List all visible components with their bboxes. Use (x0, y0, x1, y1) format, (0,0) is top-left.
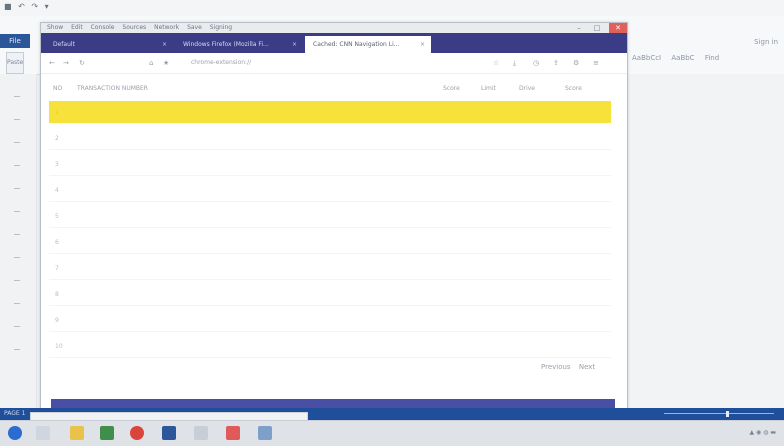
menu-item[interactable]: Sources (122, 24, 146, 31)
row-no: 6 (55, 239, 59, 246)
row-no: 2 (55, 135, 59, 142)
home-icon[interactable]: ⌂ (149, 59, 153, 67)
table-row[interactable]: 3 (49, 153, 611, 176)
taskbar: ▲ ◉ ◍ ▬ (0, 420, 784, 446)
table-row[interactable]: 6 (49, 231, 611, 254)
browser-toolbar: ← → ↻ ⌂ ★ chrome-extension:// ☆ ⤓ ◷ ⇪ ⚙ … (41, 53, 627, 74)
browser-tab-active[interactable]: Cached: CNN Navigation Li... × (305, 36, 431, 53)
pagination: Previous Next (535, 363, 595, 371)
page-count: PAGE 1 (4, 410, 26, 417)
search-icon[interactable] (36, 426, 50, 440)
menu-icon[interactable]: ≡ (593, 59, 599, 67)
row-no: 10 (55, 343, 63, 350)
row-no: 5 (55, 213, 59, 220)
menu-item[interactable]: Network (154, 24, 179, 31)
tab-label: Windows Firefox (Mozilla Fi... (183, 41, 269, 48)
tab-bar: Default × Windows Firefox (Mozilla Fi... ×… (41, 33, 627, 53)
row-no: 7 (55, 265, 59, 272)
chrome-icon[interactable] (130, 426, 144, 440)
app-icon[interactable] (100, 426, 114, 440)
forward-icon[interactable]: → (63, 59, 69, 67)
menu-item[interactable]: Signing (210, 24, 232, 31)
close-tab-icon[interactable]: × (292, 36, 297, 53)
next-page-link[interactable]: Next (579, 363, 595, 371)
zoom-slider[interactable] (664, 411, 774, 417)
bookmark-icon[interactable]: ☆ (493, 59, 499, 67)
minimize-icon[interactable]: – (573, 23, 585, 33)
close-tab-icon[interactable]: × (420, 36, 425, 53)
row-no: 9 (55, 317, 59, 324)
back-icon[interactable]: ← (49, 59, 55, 67)
window-controls: – □ ✕ (567, 23, 627, 33)
start-icon[interactable] (8, 426, 22, 440)
close-icon[interactable]: ✕ (609, 23, 627, 33)
tab-label: Cached: CNN Navigation Li... (313, 41, 400, 48)
row-no: 1 (55, 109, 59, 116)
table-row[interactable]: 4 (49, 179, 611, 202)
col-header[interactable]: Score (443, 85, 460, 92)
table-header: NO TRANSACTION NUMBER Score Limit Drive … (49, 81, 617, 97)
paste-button[interactable]: Paste (6, 52, 24, 74)
browser-tab[interactable]: Windows Firefox (Mozilla Fi... × (175, 36, 303, 53)
quick-access-toolbar: ■ ↶ ↷ ▾ (0, 0, 784, 17)
table-row[interactable]: 9 (49, 309, 611, 332)
file-tab[interactable]: File (0, 34, 30, 48)
previous-page-link[interactable]: Previous (541, 363, 571, 371)
tab-label: Default (53, 41, 75, 48)
table-row[interactable]: 8 (49, 283, 611, 306)
table-row-highlighted[interactable]: 1 (49, 101, 611, 123)
table-row[interactable]: 5 (49, 205, 611, 228)
browser-tab[interactable]: Default × (45, 36, 173, 53)
download-icon[interactable]: ⤓ (513, 59, 516, 68)
browser-menubar: Show Edit Console Sources Network Save S… (41, 23, 627, 33)
editing-find[interactable]: Find (705, 54, 719, 62)
share-icon[interactable]: ⇪ (553, 59, 559, 67)
star-icon[interactable]: ★ (163, 59, 169, 67)
extensions-icon[interactable]: ⚙ (573, 59, 579, 67)
col-header-no: NO (53, 85, 63, 92)
menu-item[interactable]: Console (91, 24, 115, 31)
refresh-icon[interactable]: ↻ (79, 59, 85, 67)
word-icon[interactable] (162, 426, 176, 440)
table-row[interactable]: 7 (49, 257, 611, 280)
col-header[interactable]: Drive (519, 85, 535, 92)
table-row[interactable]: 2 (49, 127, 611, 150)
zoom-handle[interactable] (726, 411, 729, 417)
ruler-vertical (0, 74, 37, 408)
col-header[interactable]: Score (565, 85, 582, 92)
menu-item[interactable]: Save (187, 24, 202, 31)
row-no: 4 (55, 187, 59, 194)
row-no: 8 (55, 291, 59, 298)
close-tab-icon[interactable]: × (162, 36, 167, 53)
address-bar[interactable]: chrome-extension:// (191, 58, 441, 68)
col-header[interactable]: Limit (481, 85, 496, 92)
menu-item[interactable]: Show (47, 24, 63, 31)
col-header-transaction: TRANSACTION NUMBER (77, 85, 148, 92)
table-row[interactable]: 10 (49, 335, 611, 358)
menu-item[interactable]: Edit (71, 24, 83, 31)
history-icon[interactable]: ◷ (533, 59, 539, 67)
app-icon[interactable] (258, 426, 272, 440)
row-no: 3 (55, 161, 59, 168)
document-area (628, 74, 784, 408)
app-icon[interactable] (226, 426, 240, 440)
style-item[interactable]: AaBbCcI (632, 54, 661, 62)
folder-icon[interactable] (70, 426, 84, 440)
app-icon[interactable] (194, 426, 208, 440)
quick-access-icons[interactable]: ■ ↶ ↷ ▾ (4, 2, 51, 11)
styles-gallery: AaBbCcI AaBbC Find (632, 54, 782, 62)
browser-window: Show Edit Console Sources Network Save S… (40, 22, 628, 410)
system-tray[interactable]: ▲ ◉ ◍ ▬ (750, 429, 776, 436)
sign-in-link[interactable]: Sign in (754, 38, 778, 46)
style-item[interactable]: AaBbC (671, 54, 694, 62)
maximize-icon[interactable]: □ (591, 23, 603, 33)
